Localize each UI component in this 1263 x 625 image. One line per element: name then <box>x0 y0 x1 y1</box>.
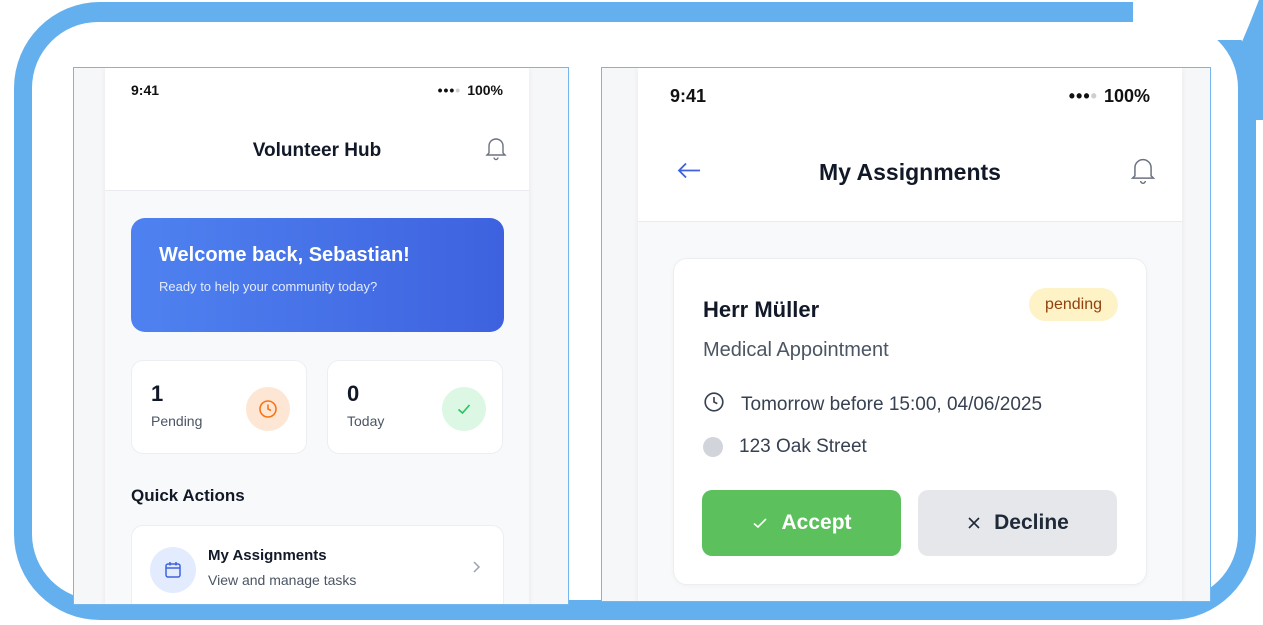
check-icon <box>442 387 486 431</box>
decline-label: Decline <box>994 511 1069 534</box>
assignment-type: Medical Appointment <box>703 339 889 361</box>
bell-icon[interactable] <box>485 135 507 167</box>
chevron-right-icon <box>471 560 481 579</box>
status-right: •••• 100% <box>1069 86 1150 107</box>
quick-action-title: My Assignments <box>208 547 327 564</box>
status-bar: 9:41 •••• 100% <box>638 68 1182 124</box>
status-right: •••• 100% <box>438 82 503 98</box>
back-arrow-icon[interactable] <box>676 159 702 186</box>
status-bar: 9:41 •••• 100% <box>105 68 529 112</box>
stat-card-pending[interactable]: 1 Pending <box>131 360 307 454</box>
clock-icon <box>246 387 290 431</box>
accept-button[interactable]: Accept <box>702 490 901 556</box>
screen-volunteer-hub: 9:41 •••• 100% Volunteer Hub Welcome bac… <box>105 68 529 604</box>
bell-icon[interactable] <box>1130 155 1156 191</box>
calendar-icon <box>150 547 196 593</box>
quick-action-my-assignments[interactable]: My Assignments View and manage tasks <box>131 525 504 604</box>
app-header: Volunteer Hub <box>105 112 529 191</box>
assignment-address: 123 Oak Street <box>739 436 867 457</box>
page-title: Volunteer Hub <box>252 140 382 161</box>
status-time: 9:41 <box>670 85 707 106</box>
assignment-name: Herr Müller <box>703 297 820 322</box>
quick-action-subtitle: View and manage tasks <box>208 572 357 588</box>
status-time: 9:41 <box>131 82 160 98</box>
accept-label: Accept <box>781 511 852 534</box>
page-title: My Assignments <box>819 159 1001 185</box>
battery-text: 100% <box>467 82 503 98</box>
phone-volunteer-hub: 9:41 •••• 100% Volunteer Hub Welcome bac… <box>73 67 569 605</box>
welcome-banner: Welcome back, Sebastian! Ready to help y… <box>131 218 504 332</box>
signal-icon: •••• <box>437 82 462 98</box>
decline-button[interactable]: Decline <box>918 490 1117 556</box>
battery-text: 100% <box>1103 85 1150 106</box>
stat-card-today[interactable]: 0 Today <box>327 360 503 454</box>
signal-icon: •••• <box>1068 85 1098 106</box>
location-icon <box>703 437 723 457</box>
quick-actions-title: Quick Actions <box>131 486 245 505</box>
phone-my-assignments: 9:41 •••• 100% My Assignments Herr Mülle <box>601 67 1211 602</box>
welcome-title: Welcome back, Sebastian! <box>159 244 410 266</box>
assignment-address-row: 123 Oak Street <box>703 436 867 458</box>
assignment-time: Tomorrow before 15:00, 04/06/2025 <box>741 394 1043 415</box>
screen-my-assignments: 9:41 •••• 100% My Assignments Herr Mülle <box>638 68 1182 601</box>
status-badge: pending <box>1029 288 1118 321</box>
close-icon <box>968 517 980 529</box>
assignment-time-row: Tomorrow before 15:00, 04/06/2025 <box>703 391 1042 419</box>
check-icon <box>753 518 768 529</box>
clock-icon <box>703 391 725 419</box>
welcome-subtitle: Ready to help your community today? <box>159 279 378 294</box>
app-header: My Assignments <box>638 124 1182 222</box>
assignment-card: Herr Müller pending Medical Appointment … <box>673 258 1147 585</box>
